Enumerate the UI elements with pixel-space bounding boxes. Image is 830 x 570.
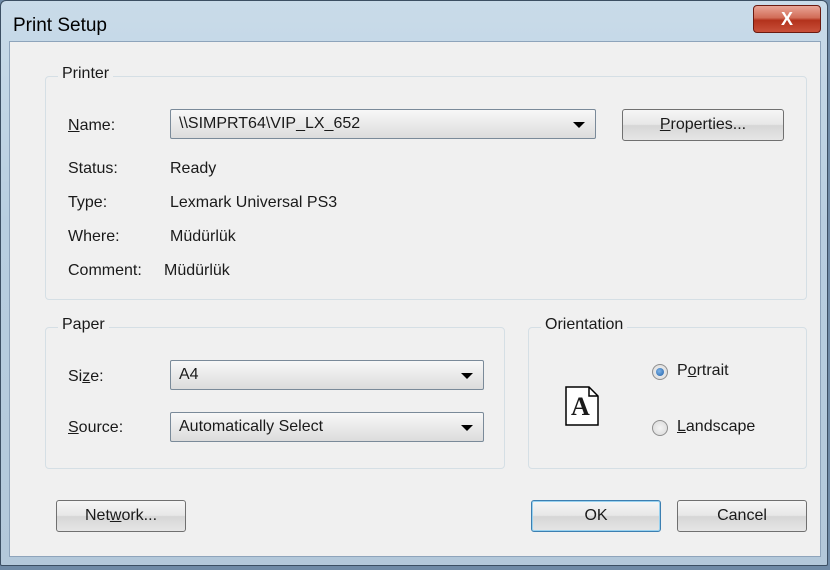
- type-value: Lexmark Universal PS3: [170, 194, 338, 211]
- printer-name-value: \\SIMPRT64\VIP_LX_652: [179, 115, 361, 132]
- cancel-button[interactable]: Cancel: [677, 500, 807, 532]
- paper-source-value: Automatically Select: [179, 418, 324, 435]
- chevron-down-icon: [461, 425, 473, 431]
- status-value: Ready: [170, 160, 217, 177]
- status-label: Status:: [68, 160, 118, 177]
- properties-button[interactable]: Properties...: [622, 109, 784, 141]
- name-label: Name:: [68, 117, 116, 134]
- portrait-radio[interactable]: [652, 364, 668, 380]
- page-icon-letter: A: [571, 392, 590, 421]
- window-title: Print Setup: [13, 15, 107, 36]
- paper-size-dropdown[interactable]: A4: [170, 360, 484, 390]
- type-label: Type:: [68, 194, 108, 211]
- printer-name-dropdown[interactable]: \\SIMPRT64\VIP_LX_652: [170, 109, 596, 139]
- comment-value: Müdürlük: [164, 262, 230, 279]
- orientation-group: Orientation A Portrait Landscape: [528, 316, 807, 469]
- printer-group-label: Printer: [58, 65, 114, 83]
- paper-group: Paper Size: A4 Source: Automatically Sel…: [45, 316, 505, 469]
- dialog-client-area: Printer Name: \\SIMPRT64\VIP_LX_652 Prop…: [9, 41, 821, 557]
- chevron-down-icon: [461, 373, 473, 379]
- where-label: Where:: [68, 228, 120, 245]
- page-orientation-icon: A: [565, 386, 599, 426]
- paper-group-label: Paper: [58, 316, 109, 334]
- where-value: Müdürlük: [170, 228, 236, 245]
- landscape-radio[interactable]: [652, 420, 668, 436]
- source-label: Source:: [68, 419, 124, 436]
- size-label: Size:: [68, 368, 104, 385]
- ok-button[interactable]: OK: [531, 500, 661, 532]
- printer-group: Printer Name: \\SIMPRT64\VIP_LX_652 Prop…: [45, 65, 807, 300]
- landscape-label[interactable]: Landscape: [677, 418, 755, 436]
- print-setup-window: Print Setup X Printer Name: \\SIMPRT64\V…: [0, 0, 828, 566]
- paper-size-value: A4: [179, 366, 199, 383]
- comment-label: Comment:: [68, 262, 142, 279]
- close-button[interactable]: X: [753, 5, 821, 33]
- orientation-group-label: Orientation: [541, 316, 628, 334]
- network-button[interactable]: Network...: [56, 500, 186, 532]
- chevron-down-icon: [573, 122, 585, 128]
- close-icon: X: [780, 9, 793, 29]
- paper-source-dropdown[interactable]: Automatically Select: [170, 412, 484, 442]
- portrait-label[interactable]: Portrait: [677, 362, 729, 380]
